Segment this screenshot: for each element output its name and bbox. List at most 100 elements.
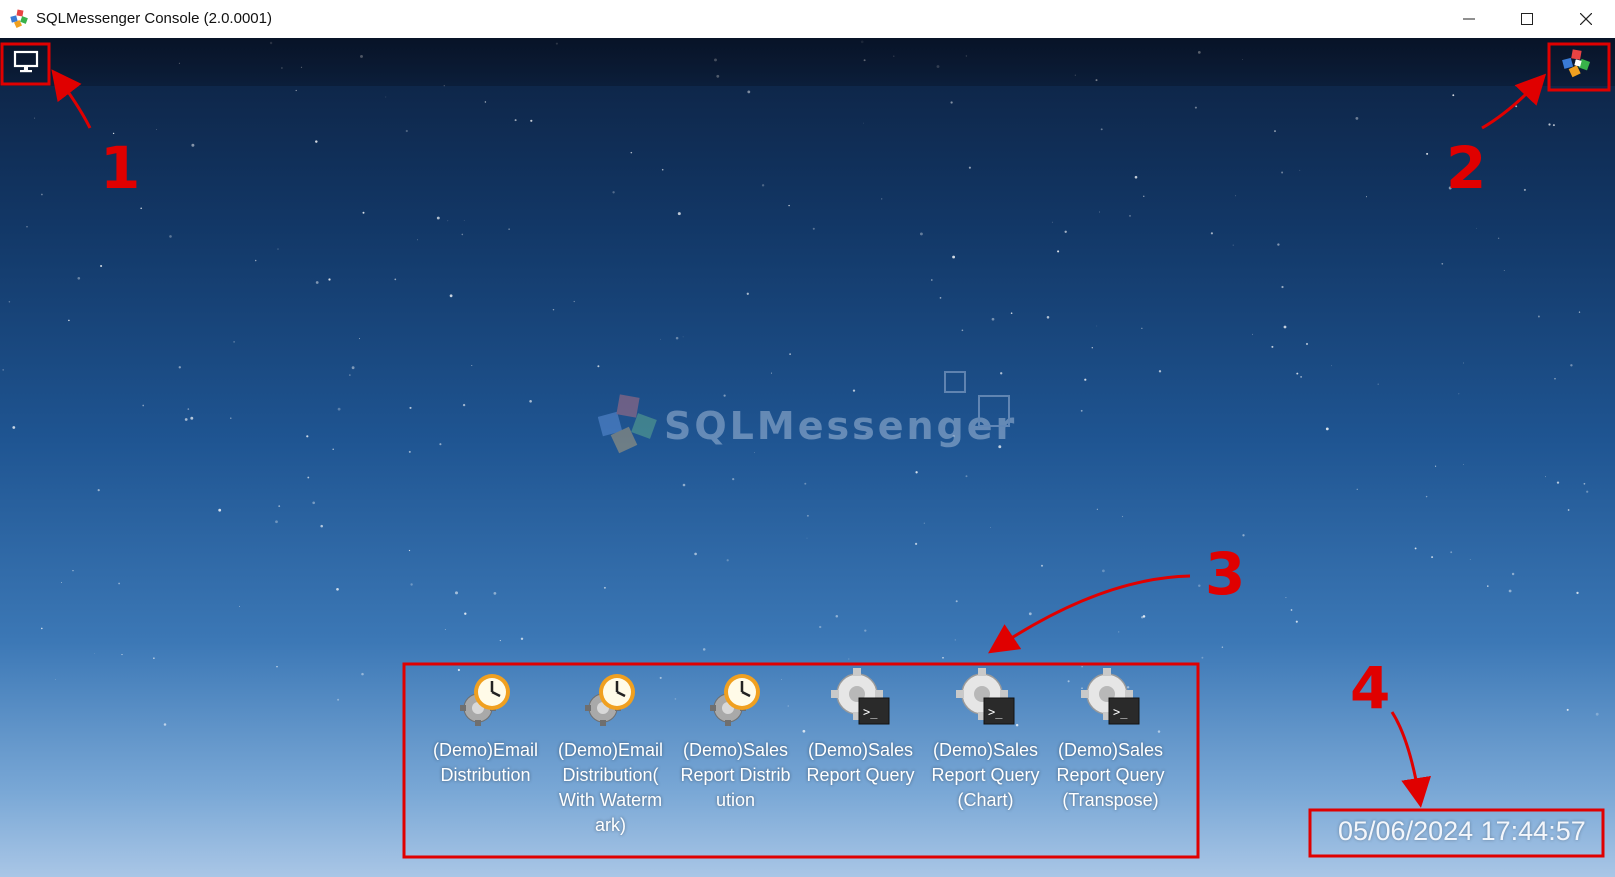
star — [1426, 152, 1429, 155]
star — [1221, 646, 1224, 648]
star — [1210, 232, 1213, 235]
star — [1554, 377, 1556, 380]
star — [952, 255, 956, 259]
star — [307, 476, 310, 479]
monitor-button[interactable] — [4, 43, 48, 81]
star — [812, 227, 815, 230]
star — [1121, 515, 1124, 518]
minimize-button[interactable] — [1440, 0, 1498, 38]
star — [1431, 556, 1434, 559]
shortcut-email-distribution[interactable]: (Demo)Email Distribution — [423, 660, 548, 838]
star — [417, 239, 418, 241]
star — [72, 570, 74, 572]
star — [603, 586, 606, 589]
star — [508, 228, 510, 230]
star — [1096, 325, 1098, 327]
star — [8, 300, 11, 303]
star — [1096, 508, 1098, 510]
star — [1566, 708, 1569, 711]
star — [1040, 564, 1044, 567]
star — [312, 501, 316, 505]
star — [349, 374, 351, 376]
star — [1570, 364, 1573, 367]
shortcut-sales-report-query[interactable]: >_ (Demo)Sales Report Query — [798, 660, 923, 838]
star — [187, 408, 190, 410]
star — [630, 151, 633, 154]
star — [1552, 124, 1555, 127]
star — [1469, 559, 1471, 560]
star — [1051, 221, 1053, 223]
star — [315, 281, 319, 284]
star — [94, 653, 95, 654]
star — [410, 583, 413, 586]
star — [806, 537, 808, 539]
star — [1118, 631, 1120, 633]
star — [12, 426, 16, 429]
scheduled-task-icon — [709, 674, 760, 726]
star — [1578, 311, 1581, 313]
shortcut-sales-report-distribution[interactable]: (Demo)Sales Report Distribution — [673, 660, 798, 838]
star — [1537, 315, 1540, 318]
star — [320, 524, 323, 528]
star — [1300, 376, 1302, 378]
star — [337, 407, 341, 411]
star — [277, 248, 279, 250]
star — [1091, 347, 1093, 349]
star — [1252, 333, 1253, 335]
star — [1523, 188, 1526, 191]
star — [142, 404, 145, 407]
star — [2, 369, 5, 371]
star — [1290, 609, 1293, 611]
star — [732, 478, 735, 481]
shortcut-sales-report-query-transpose[interactable]: >_ (Demo)Sales Report Query(Transpose) — [1048, 660, 1173, 838]
star — [1281, 285, 1284, 289]
star — [169, 235, 172, 238]
star — [1134, 175, 1138, 179]
star — [332, 448, 334, 450]
star — [1141, 327, 1143, 329]
star — [306, 435, 309, 438]
star — [1299, 169, 1301, 171]
star — [163, 723, 167, 726]
star — [789, 353, 791, 355]
star — [1567, 509, 1570, 511]
star — [444, 629, 446, 631]
star — [1377, 383, 1379, 385]
star — [694, 552, 697, 556]
star — [955, 600, 958, 603]
star — [1046, 316, 1050, 319]
star — [1295, 620, 1298, 623]
star — [278, 505, 281, 507]
svg-text:>_: >_ — [863, 705, 878, 719]
star — [461, 233, 464, 236]
star — [26, 226, 28, 228]
query-task-icon: >_ — [955, 668, 1014, 725]
app-menu-icon — [1562, 49, 1591, 78]
star — [1452, 94, 1455, 97]
app-menu-button[interactable] — [1552, 43, 1602, 85]
close-button[interactable] — [1557, 0, 1615, 38]
star — [661, 168, 664, 171]
shortcut-email-distribution-watermark[interactable]: (Demo)Email Distribution( With Watermark… — [548, 660, 673, 838]
star — [97, 488, 100, 492]
star — [1057, 250, 1060, 253]
star — [1274, 130, 1276, 133]
star — [295, 89, 297, 92]
star — [100, 264, 103, 268]
star — [514, 119, 517, 122]
star — [41, 193, 43, 196]
star — [1198, 584, 1201, 588]
star — [1548, 123, 1551, 126]
star — [484, 101, 487, 103]
star — [471, 364, 473, 366]
shortcut-sales-report-query-chart[interactable]: >_ (Demo)Sales Report Query(Chart) — [923, 660, 1048, 838]
star — [1556, 481, 1560, 484]
star — [409, 406, 412, 409]
star — [190, 416, 194, 420]
star — [328, 278, 331, 281]
star — [41, 627, 43, 630]
maximize-button[interactable] — [1498, 0, 1556, 38]
star — [881, 198, 883, 200]
star — [121, 654, 123, 656]
star — [919, 232, 923, 236]
